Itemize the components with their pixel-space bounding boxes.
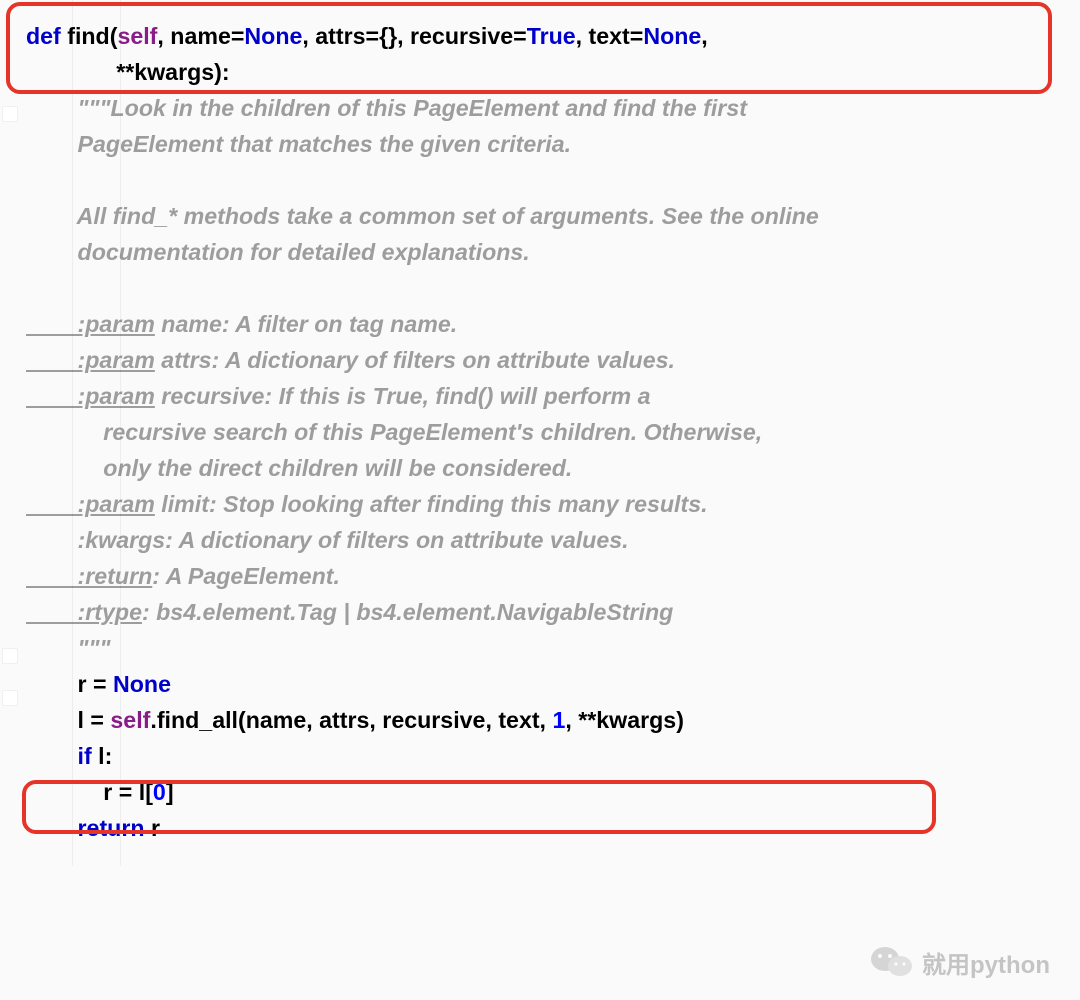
watermark-text: 就用python [922, 945, 1050, 980]
signature-line-1: def find(self, name=None, attrs={}, recu… [26, 18, 1070, 54]
docstring-param: :param name: A filter on tag name. [26, 306, 1070, 342]
assign-r-none: r = None [26, 666, 1070, 702]
docstring-param: :param limit: Stop looking after finding… [26, 486, 1070, 522]
docstring-line: """Look in the children of this PageElem… [26, 90, 1070, 126]
docstring-return: :return: A PageElement. [26, 558, 1070, 594]
signature-line-2: **kwargs): [26, 54, 1070, 90]
docstring-end: """ [26, 630, 1070, 666]
blank-line [26, 162, 1070, 198]
docstring-param-cont: only the direct children will be conside… [26, 450, 1070, 486]
code-block: def find(self, name=None, attrs={}, recu… [0, 0, 1080, 866]
if-line: if l: [26, 738, 1070, 774]
docstring-line: PageElement that matches the given crite… [26, 126, 1070, 162]
docstring-param-cont: recursive search of this PageElement's c… [26, 414, 1070, 450]
return-line: return r [26, 810, 1070, 846]
docstring-param: :param attrs: A dictionary of filters on… [26, 342, 1070, 378]
wechat-icon [870, 944, 914, 980]
assign-l-findall: l = self.find_all(name, attrs, recursive… [26, 702, 1070, 738]
assign-r-index: r = l[0] [26, 774, 1070, 810]
docstring-rtype: :rtype: bs4.element.Tag | bs4.element.Na… [26, 594, 1070, 630]
docstring-param: :kwargs: A dictionary of filters on attr… [26, 522, 1070, 558]
blank-line [26, 270, 1070, 306]
docstring-param: :param recursive: If this is True, find(… [26, 378, 1070, 414]
watermark: 就用python [870, 944, 1050, 980]
docstring-line: documentation for detailed explanations. [26, 234, 1070, 270]
docstring-line: All find_* methods take a common set of … [26, 198, 1070, 234]
